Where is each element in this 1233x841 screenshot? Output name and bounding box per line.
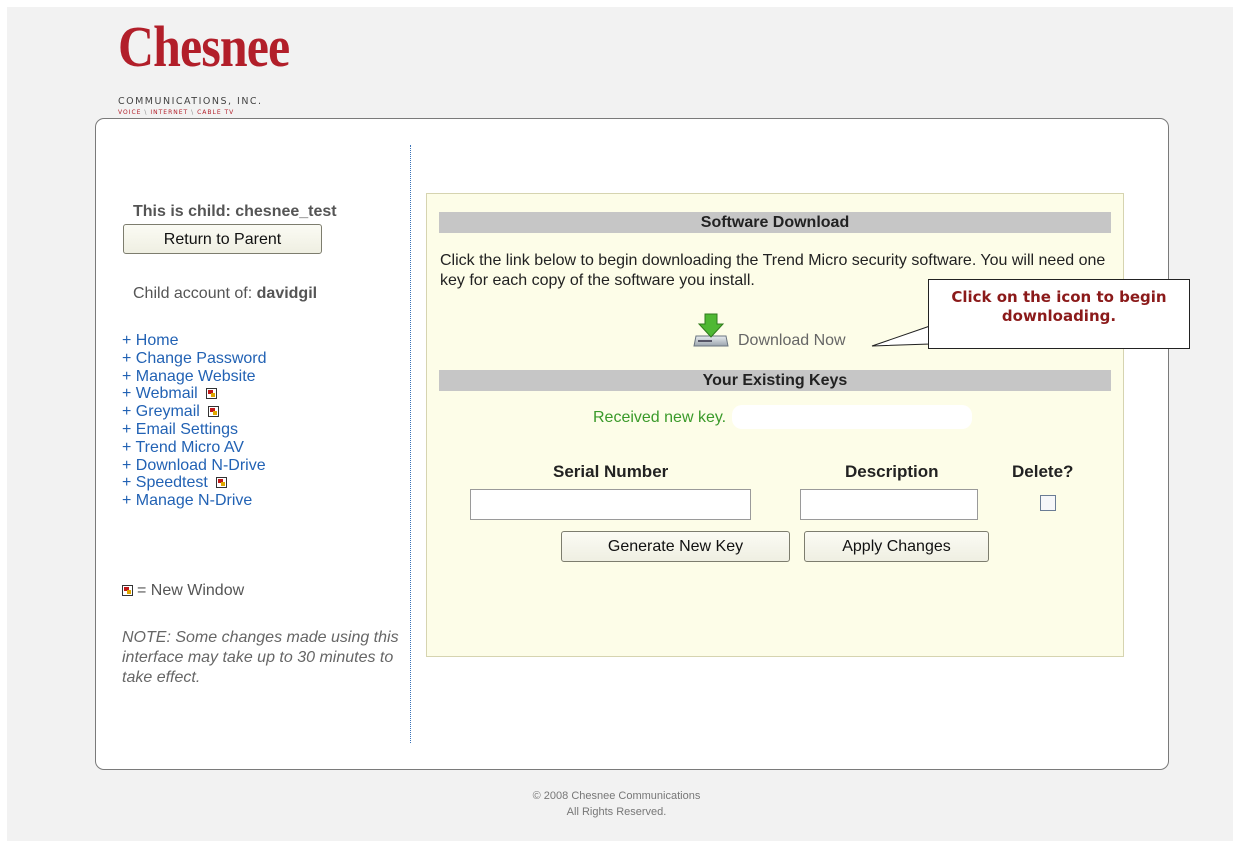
parent-username: davidgil [256,285,318,302]
nav-item-speedtest[interactable]: + Speedtest [122,474,267,492]
generate-new-key-button[interactable]: Generate New Key [561,531,790,562]
callout-pointer [871,325,931,347]
return-to-parent-button[interactable]: Return to Parent [123,224,322,254]
new-window-icon [205,388,217,400]
footer-copyright: © 2008 Chesnee Communications [532,790,701,802]
nav-item-email-settings[interactable]: + Email Settings [122,421,267,439]
apply-changes-button[interactable]: Apply Changes [804,531,989,562]
nav-item-download-n-drive[interactable]: + Download N-Drive [122,457,267,475]
description-input[interactable] [800,489,978,520]
nav-item-home[interactable]: + Home [122,332,267,350]
nav-item-manage-website[interactable]: + Manage Website [122,368,267,386]
logo-tagline: VOICE \ INTERNET \ CABLE TV [118,109,235,116]
nav-item-change-password[interactable]: + Change Password [122,350,267,368]
nav-item-manage-n-drive[interactable]: + Manage N-Drive [122,492,267,510]
download-icon[interactable] [693,312,729,350]
software-download-header: Software Download [439,212,1111,233]
serial-number-input[interactable] [470,489,751,520]
column-divider [410,145,411,743]
new-window-icon [122,585,133,596]
serial-number-header: Serial Number [553,462,669,481]
logo-company: COMMUNICATIONS, INC. [118,96,263,107]
sidebar-nav: + Home + Change Password + Manage Websit… [122,332,267,510]
chesnee-logo[interactable]: Chesnee COMMUNICATIONS, INC. VOICE \ INT… [118,14,317,117]
new-window-icon [215,477,227,489]
received-key-message: Received new key. [593,409,727,426]
child-of-text: Child account of: davidgil [133,285,318,302]
received-key-value [732,405,972,429]
logo-wordmark: Chesnee [118,14,290,79]
child-account-title: This is child: chesnee_test [133,203,337,220]
new-window-legend: = New Window [122,582,244,600]
footer-rights: All Rights Reserved. [566,806,667,818]
nav-item-webmail[interactable]: + Webmail [122,385,267,403]
delete-header: Delete? [1012,462,1074,481]
callout-annotation: Click on the icon to begin downloading. [928,279,1190,349]
description-header: Description [845,462,939,481]
delete-checkbox[interactable] [1040,495,1056,511]
nav-item-trend-micro-av[interactable]: + Trend Micro AV [122,439,267,457]
nav-item-greymail[interactable]: + Greymail [122,403,267,421]
existing-keys-header: Your Existing Keys [439,370,1111,391]
sidebar-note: NOTE: Some changes made using this inter… [122,629,399,686]
new-window-icon [207,406,219,418]
download-now-link[interactable]: Download Now [738,332,846,350]
